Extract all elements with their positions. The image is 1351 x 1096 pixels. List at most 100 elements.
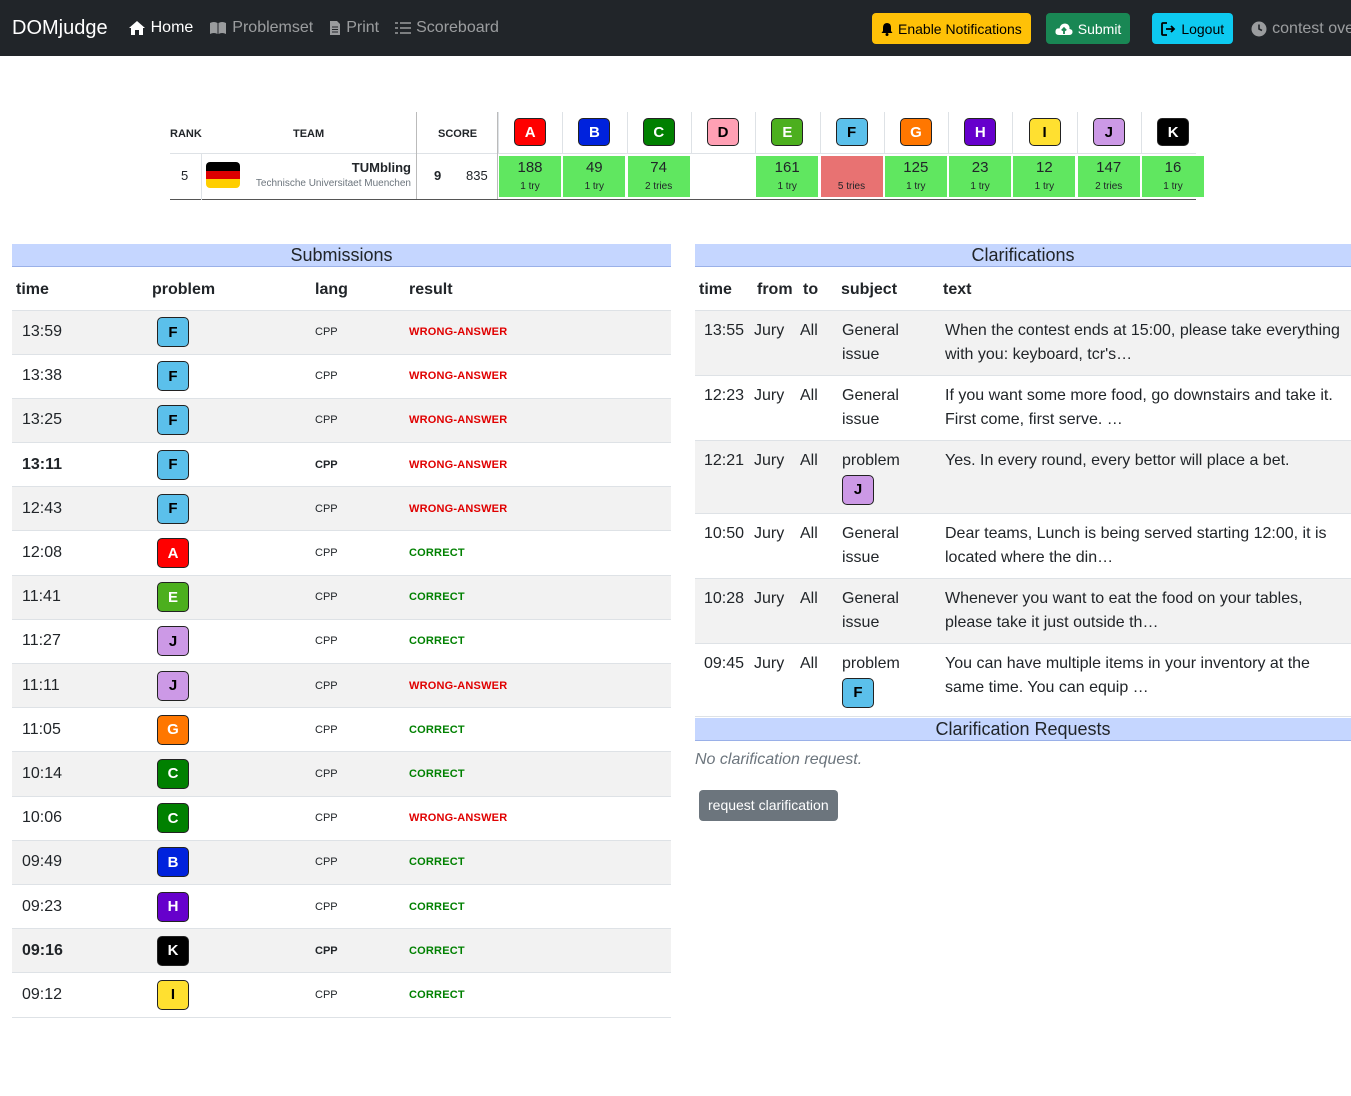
clarification-subject-text: General issue — [842, 524, 899, 566]
list-ol-icon — [395, 22, 412, 34]
submission-row[interactable]: 09:12 I CPP CORRECT — [12, 973, 671, 1017]
submission-row[interactable]: 11:41 E CPP CORRECT — [12, 575, 671, 620]
request-clarification-button[interactable]: request clarification — [699, 790, 838, 821]
problem-badge-f[interactable]: F — [157, 493, 189, 524]
submission-row[interactable]: 12:43 F CPP WRONG-ANSWER — [12, 486, 671, 531]
team-row[interactable]: 5 TUMbling Technische Universitaet Muenc… — [170, 154, 1204, 200]
problem-badge-g[interactable]: G — [157, 714, 189, 745]
problem-badge-h[interactable]: H — [964, 118, 997, 146]
clarification-subject: General issue — [837, 513, 939, 578]
logout-button[interactable]: Logout — [1152, 13, 1234, 44]
problem-badge-d[interactable]: D — [707, 118, 740, 146]
score-cell-g[interactable]: 125 1 try — [884, 156, 947, 197]
submissions-body: 13:59 F CPP WRONG-ANSWER 13:38 F CPP WRONG-ANSW… — [12, 310, 671, 1017]
clarification-row[interactable]: 10:50 Jury All General issue Dear teams, Lun… — [695, 513, 1351, 578]
problem-header-c[interactable]: C — [642, 118, 675, 146]
problem-badge-k[interactable]: K — [157, 935, 189, 966]
problem-header-e[interactable]: E — [771, 118, 804, 146]
clarification-from: Jury — [754, 654, 785, 672]
submission-problem: F — [148, 354, 311, 398]
problem-badge-e[interactable]: E — [771, 118, 804, 146]
submission-row[interactable]: 11:05 G CPP CORRECT — [12, 708, 671, 752]
clarification-row[interactable]: 12:21 Jury All problem J Yes. In every round,… — [695, 440, 1351, 513]
score-cell-h[interactable]: 23 1 try — [949, 156, 1012, 197]
score-cell-i[interactable]: 12 1 try — [1013, 156, 1076, 197]
problem-header-f[interactable]: F — [835, 118, 868, 146]
submission-row[interactable]: 12:08 A CPP CORRECT — [12, 531, 671, 576]
submission-row[interactable]: 10:06 C CPP WRONG-ANSWER — [12, 796, 671, 841]
problem-badge-i[interactable]: I — [157, 979, 189, 1010]
clarification-row[interactable]: 12:23 Jury All General issue If you want som… — [695, 375, 1351, 440]
problem-badge-f[interactable]: F — [842, 677, 874, 708]
problem-header-h[interactable]: H — [964, 118, 997, 146]
submission-row[interactable]: 09:23 H CPP CORRECT — [12, 884, 671, 929]
nav-home[interactable]: Home — [128, 19, 193, 37]
submission-row[interactable]: 10:14 C CPP CORRECT — [12, 751, 671, 797]
score-cell-b[interactable]: 49 1 try — [563, 156, 626, 197]
clarification-subject: General issue — [837, 578, 939, 643]
problem-header-a[interactable]: A — [514, 118, 547, 146]
problem-badge-j[interactable]: J — [842, 474, 874, 505]
submission-row[interactable]: 13:25 F CPP WRONG-ANSWER — [12, 398, 671, 443]
problem-badge-c[interactable]: C — [157, 803, 189, 834]
problem-header-b[interactable]: B — [578, 118, 611, 146]
problem-badge-h[interactable]: H — [157, 891, 189, 922]
submission-row[interactable]: 09:49 B CPP CORRECT — [12, 840, 671, 885]
problem-header-g[interactable]: G — [899, 118, 932, 146]
problem-header-d[interactable]: D — [707, 118, 740, 146]
clar-from-header: from — [753, 270, 799, 311]
score-cell-c[interactable]: 74 2 tries — [627, 156, 690, 197]
problem-badge-f[interactable]: F — [157, 317, 189, 348]
submission-row[interactable]: 11:27 J CPP CORRECT — [12, 619, 671, 664]
problem-badge-a[interactable]: A — [157, 538, 189, 569]
clarification-row[interactable]: 10:28 Jury All General issue Whenever you wa… — [695, 578, 1351, 643]
submission-row[interactable]: 13:11 F CPP WRONG-ANSWER — [12, 443, 671, 487]
nav-print[interactable]: Print — [329, 19, 379, 37]
submission-problem: H — [148, 884, 311, 928]
nav-scoreboard[interactable]: Scoreboard — [395, 19, 499, 37]
problem-badge-j[interactable]: J — [157, 670, 189, 701]
problem-badge-f[interactable]: F — [157, 449, 189, 480]
lang-column-header: lang — [311, 270, 405, 311]
submission-row[interactable]: 13:38 F CPP WRONG-ANSWER — [12, 354, 671, 399]
problem-header-j[interactable]: J — [1092, 118, 1125, 146]
nav-problemset[interactable]: Problemset — [209, 19, 313, 37]
problem-badge-a[interactable]: A — [514, 118, 547, 146]
clarification-time: 10:28 — [704, 589, 745, 607]
problem-badge-j[interactable]: J — [1092, 118, 1125, 146]
score-cell-a[interactable]: 188 1 try — [499, 156, 561, 197]
problem-badge-e[interactable]: E — [157, 582, 189, 613]
clarification-text: Whenever you want to eat the food on you… — [945, 589, 1303, 631]
clarification-row[interactable]: 13:55 Jury All General issue When the contes… — [695, 310, 1351, 375]
submission-row[interactable]: 09:16 K CPP CORRECT — [12, 928, 671, 973]
problem-badge-f[interactable]: F — [835, 118, 868, 146]
submission-lang: CPP — [315, 414, 338, 427]
submission-result: WRONG-ANSWER — [409, 812, 508, 825]
brand-logo[interactable]: DOMjudge — [12, 17, 108, 40]
clarification-row[interactable]: 09:45 Jury All problem F You can have multipl… — [695, 643, 1351, 716]
score-cell-f[interactable]: 5 tries — [820, 156, 883, 197]
submission-problem: J — [148, 664, 311, 708]
problem-badge-b[interactable]: B — [157, 847, 189, 878]
problem-badge-c[interactable]: C — [642, 118, 675, 146]
submit-button[interactable]: Submit — [1045, 13, 1131, 44]
submission-row[interactable]: 11:11 J CPP WRONG-ANSWER — [12, 663, 671, 708]
score-cell-j[interactable]: 147 2 tries — [1077, 156, 1140, 197]
problem-badge-j[interactable]: J — [157, 626, 189, 657]
score-cell-tries: 1 try — [777, 181, 797, 192]
problem-badge-i[interactable]: I — [1028, 118, 1061, 146]
enable-notifications-button[interactable]: Enable Notifications — [872, 13, 1031, 44]
score-cell-k[interactable]: 16 1 try — [1142, 156, 1204, 197]
problem-badge-c[interactable]: C — [157, 758, 189, 789]
problem-badge-g[interactable]: G — [899, 118, 932, 146]
problem-header-k[interactable]: K — [1157, 118, 1190, 146]
submission-row[interactable]: 13:59 F CPP WRONG-ANSWER — [12, 310, 671, 355]
problem-header-i[interactable]: I — [1028, 118, 1061, 146]
problem-badge-b[interactable]: B — [578, 118, 611, 146]
problem-badge-f[interactable]: F — [157, 361, 189, 392]
problem-badge-f[interactable]: F — [157, 405, 189, 436]
problem-badge-k[interactable]: K — [1157, 118, 1190, 146]
score-cell-e[interactable]: 161 1 try — [756, 156, 819, 197]
nav-actions: Enable Notifications Submit Logout conte… — [872, 13, 1351, 44]
score-cell-d[interactable] — [692, 156, 754, 197]
